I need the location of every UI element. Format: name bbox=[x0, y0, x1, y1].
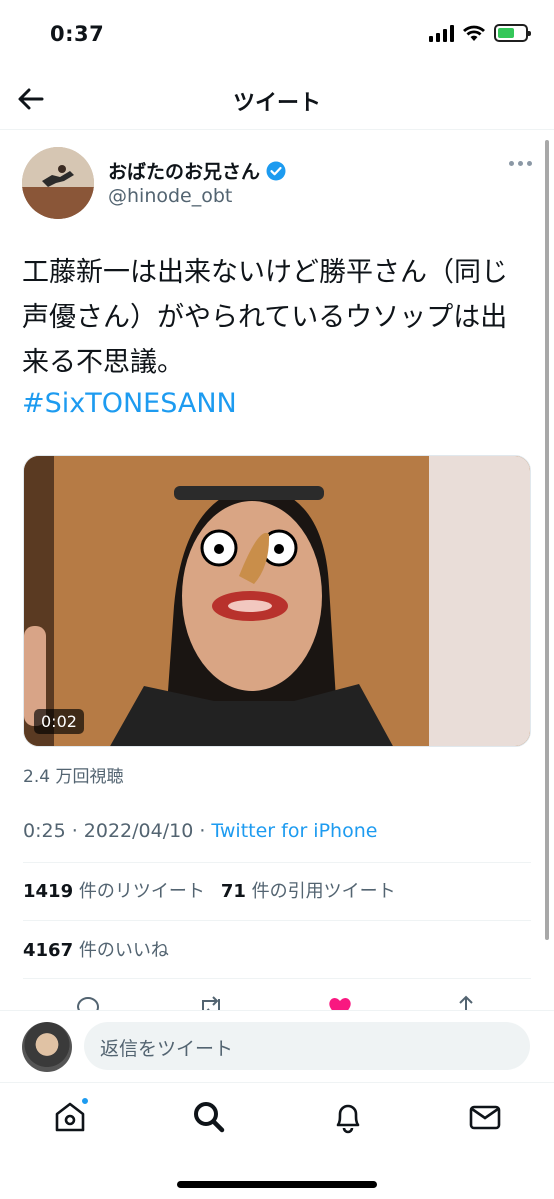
verified-badge-icon bbox=[266, 161, 286, 180]
bell-icon bbox=[336, 1104, 360, 1134]
author-handle[interactable]: @hinode_obt bbox=[108, 185, 232, 207]
reply-bar: 返信をツイート bbox=[0, 1010, 554, 1082]
video-thumbnail bbox=[24, 456, 530, 746]
video-player[interactable]: 0:02 bbox=[23, 455, 531, 747]
battery-icon bbox=[494, 24, 531, 42]
quotes-count: 71 bbox=[220, 881, 246, 902]
tab-search[interactable] bbox=[191, 1099, 227, 1135]
current-user-avatar[interactable] bbox=[22, 1022, 72, 1072]
page-title: ツイート bbox=[232, 91, 321, 116]
mail-icon bbox=[469, 1105, 501, 1130]
notification-dot bbox=[80, 1096, 90, 1106]
nav-header: ツイート bbox=[0, 70, 554, 130]
retweet-icon[interactable] bbox=[197, 993, 225, 1010]
retweet-stats-row: 1419 件のリツイート 71 件の引用ツイート bbox=[23, 877, 531, 921]
tab-home[interactable] bbox=[52, 1096, 90, 1135]
like-icon[interactable] bbox=[326, 993, 354, 1010]
search-icon bbox=[194, 1102, 225, 1133]
likes-stat[interactable]: 4167 件のいいね bbox=[23, 936, 169, 978]
author-name-row: おばたのお兄さん bbox=[108, 157, 286, 184]
tweet-meta: 0:25 · 2022/04/10 · Twitter for iPhone bbox=[23, 820, 531, 863]
reply-icon[interactable] bbox=[74, 993, 102, 1010]
retweets-stat[interactable]: 1419 件のリツイート bbox=[23, 877, 205, 920]
author-avatar[interactable] bbox=[22, 147, 94, 219]
cellular-signal-icon bbox=[429, 24, 454, 42]
video-duration-badge: 0:02 bbox=[34, 709, 84, 734]
bottom-tab-bar bbox=[0, 1082, 554, 1199]
more-options-icon[interactable] bbox=[509, 161, 532, 166]
quotes-label: 件の引用ツイート bbox=[251, 881, 396, 902]
tweet-actions-bar bbox=[0, 990, 554, 1010]
tweet-source-link[interactable]: Twitter for iPhone bbox=[211, 820, 377, 842]
view-count: 2.4 万回視聴 bbox=[23, 767, 124, 787]
likes-count: 4167 bbox=[23, 940, 74, 961]
status-bar: 0:37 bbox=[0, 0, 554, 70]
tab-notifications[interactable] bbox=[330, 1099, 366, 1135]
tweet-timestamp[interactable]: 0:25 · 2022/04/10 bbox=[23, 820, 193, 842]
status-time: 0:37 bbox=[50, 22, 105, 46]
reply-input[interactable]: 返信をツイート bbox=[84, 1022, 530, 1070]
meta-separator: · bbox=[193, 820, 212, 842]
author-name[interactable]: おばたのお兄さん bbox=[108, 157, 260, 184]
hashtag-link[interactable]: #SixTONESANN bbox=[22, 384, 237, 424]
wifi-icon bbox=[463, 25, 485, 41]
retweets-label: 件のリツイート bbox=[78, 881, 205, 902]
scroll-indicator[interactable] bbox=[545, 140, 549, 940]
status-icons bbox=[429, 24, 531, 42]
tweet-author: おばたのお兄さん @hinode_obt bbox=[22, 145, 532, 225]
share-icon[interactable] bbox=[452, 993, 480, 1010]
quotes-stat[interactable]: 71 件の引用ツイート bbox=[221, 877, 396, 920]
likes-label: 件のいいね bbox=[78, 940, 169, 961]
like-stats-row: 4167 件のいいね bbox=[23, 936, 531, 979]
retweets-count: 1419 bbox=[23, 881, 74, 902]
tab-messages[interactable] bbox=[467, 1099, 503, 1135]
tweet-text: 工藤新一は出来ないけど勝平さん（同じ声優さん）がやられているウソップは出来る不思… bbox=[22, 257, 508, 378]
home-indicator bbox=[177, 1181, 377, 1188]
